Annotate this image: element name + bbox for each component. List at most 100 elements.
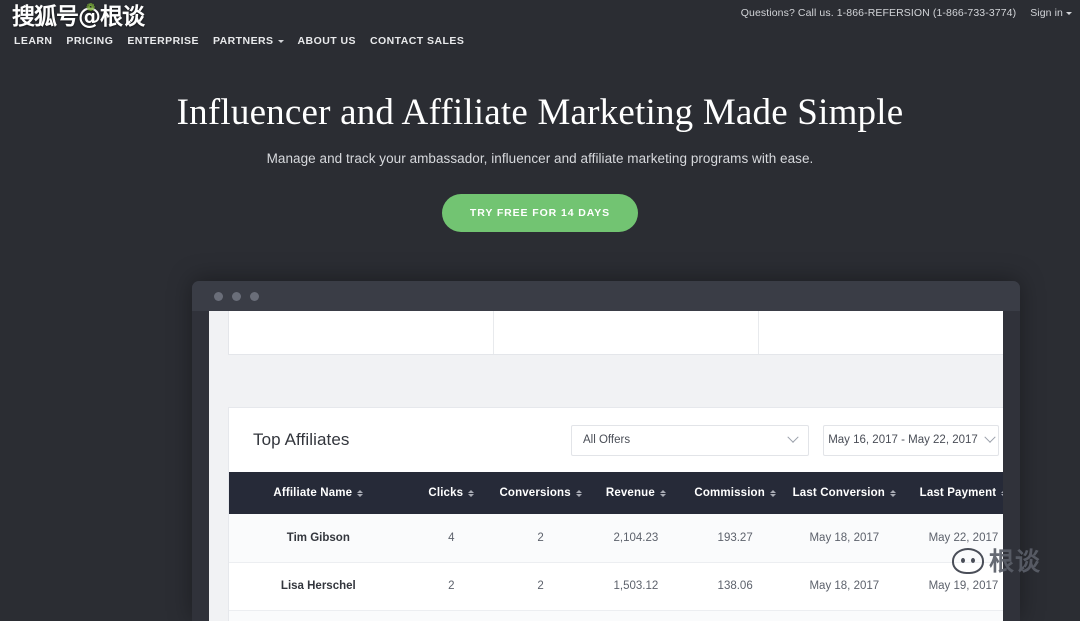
- hero-section: Influencer and Affiliate Marketing Made …: [0, 92, 1080, 232]
- nav-item-learn[interactable]: LEARN: [14, 35, 52, 47]
- cell-last-conversion: May 18, 2017: [784, 562, 904, 611]
- nav-item-label: PRICING: [66, 35, 114, 47]
- try-free-button[interactable]: TRY FREE FOR 14 DAYS: [441, 193, 639, 232]
- nav-item-label: ENTERPRISE: [127, 35, 199, 47]
- cell-clicks: 4: [407, 514, 495, 563]
- support-phone-text: Questions? Call us. 1-866-REFERSION (1-8…: [740, 7, 1017, 19]
- sign-in-link[interactable]: Sign in: [1030, 7, 1072, 19]
- chevron-down-icon: [277, 39, 284, 43]
- sort-icon: [357, 489, 364, 497]
- nav-item-enterprise[interactable]: ENTERPRISE: [127, 35, 199, 47]
- brand-logo[interactable]: 搜狐号@根谈 ❁: [12, 2, 145, 30]
- cell-last-conversion: May 17, 2017: [784, 610, 904, 621]
- stat-cell: [759, 311, 891, 354]
- cell-conversions: 2: [494, 610, 587, 621]
- offers-filter-select[interactable]: All Offers: [571, 424, 809, 456]
- cell-conversions: 2: [494, 562, 587, 611]
- column-header-revenue[interactable]: Revenue: [586, 472, 686, 514]
- nav-item-label: PARTNERS: [212, 35, 274, 47]
- chevron-down-icon: [1066, 11, 1072, 15]
- table-header-row: Affiliate Name Clicks Conversions Revenu…: [229, 472, 1003, 514]
- chevron-down-icon: [787, 431, 799, 443]
- sort-icon: [889, 489, 896, 497]
- nav-item-pricing[interactable]: PRICING: [66, 35, 113, 47]
- browser-mockup: Top Affiliates All Offers May 16, 2017 -…: [192, 281, 1020, 621]
- stats-summary-row: [228, 311, 1003, 355]
- chevron-down-icon: [984, 431, 996, 443]
- table-row[interactable]: Tim Gibson 4 2 2,104.23 193.27 May 18, 2…: [229, 514, 1003, 563]
- cell-revenue: 1,503.12: [586, 562, 686, 611]
- page-root: Questions? Call us. 1-866-REFERSION (1-8…: [0, 0, 1080, 621]
- column-header-last-payment[interactable]: Last Payment: [903, 472, 1003, 514]
- window-maximize-icon[interactable]: [250, 291, 259, 301]
- utility-bar: Questions? Call us. 1-866-REFERSION (1-8…: [0, 0, 1080, 26]
- window-close-icon[interactable]: [214, 291, 223, 301]
- cell-commission: 184.5: [685, 610, 785, 621]
- column-label: Affiliate Name: [273, 487, 353, 499]
- hero-subtitle: Manage and track your ambassador, influe…: [266, 150, 814, 166]
- cell-conversions: 2: [494, 514, 587, 563]
- stats-group: [229, 311, 494, 354]
- card-controls: All Offers May 16, 2017 - May 22, 2017: [571, 424, 999, 456]
- cell-revenue: 1,339.16: [586, 610, 686, 621]
- hero-cta-wrapper: TRY FREE FOR 14 DAYS: [0, 193, 1080, 232]
- nav-item-about-us[interactable]: ABOUT US: [298, 35, 356, 47]
- nav-item-label: CONTACT SALES: [369, 35, 465, 47]
- column-header-affiliate-name[interactable]: Affiliate Name: [229, 472, 408, 514]
- column-label: Last Conversion: [792, 487, 885, 499]
- card-title: Top Affiliates: [253, 430, 350, 449]
- stat-cell: [891, 311, 1003, 354]
- date-range-select[interactable]: May 16, 2017 - May 22, 2017: [823, 424, 999, 456]
- table-body: Tim Gibson 4 2 2,104.23 193.27 May 18, 2…: [229, 514, 1003, 621]
- table-row[interactable]: Lisa Herschel 2 2 1,503.12 138.06 May 18…: [229, 562, 1003, 611]
- stat-cell: [229, 311, 361, 354]
- window-minimize-icon[interactable]: [232, 291, 241, 301]
- nav-item-label: LEARN: [14, 35, 53, 47]
- brand-name: 搜狐号@根谈: [12, 4, 145, 30]
- dashboard-viewport: Top Affiliates All Offers May 16, 2017 -…: [209, 311, 1003, 621]
- sort-icon: [468, 489, 475, 497]
- cell-clicks: 2: [407, 610, 495, 621]
- table-row[interactable]: John Brahmin 2 2 1,339.16 184.5 May 17, …: [229, 610, 1003, 621]
- sort-icon: [575, 489, 582, 497]
- cell-last-payment: May 22, 2017: [903, 514, 1003, 563]
- cell-affiliate-name: Tim Gibson: [229, 514, 408, 563]
- sort-icon: [1001, 489, 1003, 497]
- date-range-value: May 16, 2017 - May 22, 2017: [828, 434, 978, 446]
- nav-item-contact-sales[interactable]: CONTACT SALES: [370, 35, 464, 47]
- cell-clicks: 2: [407, 562, 495, 611]
- cell-revenue: 2,104.23: [586, 514, 686, 563]
- column-label: Conversions: [499, 487, 571, 499]
- column-label: Commission: [694, 487, 765, 499]
- stat-cell: [494, 311, 626, 354]
- browser-titlebar: [192, 281, 1020, 311]
- main-navigation: LEARN PRICING ENTERPRISE PARTNERS ABOUT …: [14, 35, 464, 47]
- column-header-conversions[interactable]: Conversions: [494, 472, 587, 514]
- offers-filter-value: All Offers: [583, 434, 631, 446]
- top-affiliates-card: Top Affiliates All Offers May 16, 2017 -…: [228, 407, 1003, 621]
- stats-group: [759, 311, 1003, 354]
- leaf-icon: ❁: [86, 1, 95, 14]
- sort-icon: [769, 489, 776, 497]
- column-header-last-conversion[interactable]: Last Conversion: [784, 472, 904, 514]
- stats-group: [494, 311, 759, 354]
- cell-affiliate-name: Lisa Herschel: [229, 562, 408, 611]
- column-header-clicks[interactable]: Clicks: [407, 472, 495, 514]
- card-header: Top Affiliates All Offers May 16, 2017 -…: [229, 408, 1003, 472]
- cell-last-payment: May 18, 2017: [903, 610, 1003, 621]
- column-label: Clicks: [428, 487, 464, 499]
- column-header-commission[interactable]: Commission: [685, 472, 785, 514]
- stat-cell: [626, 311, 758, 354]
- affiliates-table: Affiliate Name Clicks Conversions Revenu…: [229, 472, 1003, 621]
- sort-icon: [659, 489, 666, 497]
- page-title: Influencer and Affiliate Marketing Made …: [176, 92, 904, 133]
- nav-item-partners[interactable]: PARTNERS: [213, 35, 284, 47]
- table-header: Affiliate Name Clicks Conversions Revenu…: [229, 472, 1003, 514]
- stat-cell: [361, 311, 493, 354]
- cell-last-payment: May 19, 2017: [903, 562, 1003, 611]
- cell-last-conversion: May 18, 2017: [784, 514, 904, 563]
- sign-in-label: Sign in: [1030, 7, 1063, 19]
- column-label: Last Payment: [919, 487, 997, 499]
- nav-item-label: ABOUT US: [297, 35, 356, 47]
- cell-commission: 193.27: [685, 514, 785, 563]
